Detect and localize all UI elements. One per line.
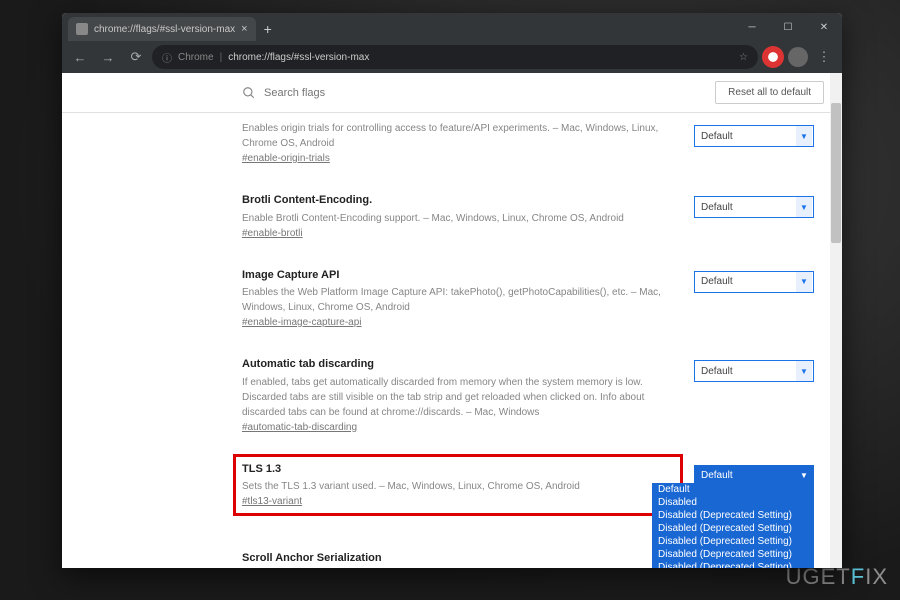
tab-favicon — [76, 23, 88, 35]
flag-anchor-link[interactable]: #automatic-tab-discarding — [242, 422, 357, 433]
search-box — [242, 86, 442, 100]
site-info-icon[interactable]: ⓘ — [162, 50, 172, 65]
flag-title: Automatic tab discarding — [242, 356, 674, 373]
flag-item-tls13: TLS 1.3 Sets the TLS 1.3 variant used. –… — [242, 451, 824, 541]
tab-bar: chrome://flags/#ssl-version-max × + ─ ☐ … — [62, 13, 842, 41]
window-controls: ─ ☐ ✕ — [734, 13, 842, 41]
flag-title: Scroll Anchor Serialization — [242, 550, 674, 567]
extension-icon[interactable] — [762, 46, 784, 68]
flag-title: Brotli Content-Encoding. — [242, 192, 674, 209]
toolbar: ← → ⟳ ⓘ Chrome | chrome://flags/#ssl-ver… — [62, 41, 842, 73]
flag-dropdown[interactable]: Default▼ — [694, 196, 814, 218]
flag-description: Enable Brotli Content-Encoding support. … — [242, 211, 674, 226]
dropdown-option[interactable]: Default — [652, 483, 814, 496]
flag-description: Enables origin trials for controlling ac… — [242, 121, 674, 151]
chevron-down-icon: ▼ — [796, 361, 812, 381]
profile-avatar[interactable] — [788, 47, 808, 67]
browser-tab[interactable]: chrome://flags/#ssl-version-max × — [68, 17, 256, 41]
dropdown-option[interactable]: Disabled (Deprecated Setting) — [652, 509, 814, 522]
page-content: Reset all to default Enables origin tria… — [62, 73, 842, 568]
flag-title: TLS 1.3 — [242, 461, 674, 478]
flag-dropdown[interactable]: Default▼ — [694, 271, 814, 293]
flag-item: Image Capture API Enables the Web Platfo… — [242, 257, 824, 347]
flag-item: Brotli Content-Encoding. Enable Brotli C… — [242, 182, 824, 257]
flag-dropdown[interactable]: Default▼ — [694, 125, 814, 147]
bookmark-icon[interactable]: ☆ — [739, 52, 748, 63]
menu-button[interactable]: ⋮ — [812, 45, 836, 69]
forward-button[interactable]: → — [96, 45, 120, 69]
chevron-down-icon: ▼ — [796, 126, 812, 146]
minimize-button[interactable]: ─ — [734, 13, 770, 41]
flag-anchor-link[interactable]: #enable-origin-trials — [242, 153, 330, 164]
close-window-button[interactable]: ✕ — [806, 13, 842, 41]
close-tab-icon[interactable]: × — [241, 23, 247, 35]
tls13-highlight: TLS 1.3 Sets the TLS 1.3 variant used. –… — [233, 454, 683, 517]
dropdown-option[interactable]: Disabled (Deprecated Setting) — [652, 522, 814, 535]
flag-anchor-link[interactable]: #enable-image-capture-api — [242, 317, 362, 328]
flag-anchor-link[interactable]: #tls13-variant — [242, 496, 302, 507]
flag-description: If enabled, tabs get automatically disca… — [242, 375, 674, 420]
dropdown-option[interactable]: Disabled — [652, 496, 814, 509]
chevron-down-icon: ▼ — [796, 272, 812, 292]
new-tab-button[interactable]: + — [256, 17, 280, 41]
address-bar[interactable]: ⓘ Chrome | chrome://flags/#ssl-version-m… — [152, 45, 758, 69]
reload-button[interactable]: ⟳ — [124, 45, 148, 69]
search-icon — [242, 86, 256, 100]
flag-anchor-link[interactable]: #enable-brotli — [242, 228, 303, 239]
flags-list[interactable]: Enables origin trials for controlling ac… — [62, 111, 842, 568]
reset-all-button[interactable]: Reset all to default — [715, 81, 824, 104]
url-path: chrome://flags/#ssl-version-max — [228, 52, 369, 63]
url-prefix: Chrome — [178, 52, 214, 63]
flag-dropdown[interactable]: Default▼ — [694, 360, 814, 382]
flags-topbar: Reset all to default — [62, 73, 842, 113]
browser-window: chrome://flags/#ssl-version-max × + ─ ☐ … — [62, 13, 842, 568]
dropdown-option[interactable]: Disabled (Deprecated Setting) — [652, 535, 814, 548]
flag-item: Automatic tab discarding If enabled, tab… — [242, 346, 824, 451]
dropdown-option[interactable]: Disabled (Deprecated Setting) — [652, 548, 814, 561]
scrollbar-track[interactable] — [830, 73, 842, 568]
flag-item: Enables origin trials for controlling ac… — [242, 111, 824, 182]
flag-description: Sets the TLS 1.3 variant used. – Mac, Wi… — [242, 479, 674, 494]
chevron-down-icon: ▼ — [796, 197, 812, 217]
dropdown-option[interactable]: Disabled (Deprecated Setting) — [652, 561, 814, 569]
flag-description: Enables the Web Platform Image Capture A… — [242, 285, 674, 315]
flag-title: Image Capture API — [242, 267, 674, 284]
dropdown-listbox[interactable]: DefaultDisabledDisabled (Deprecated Sett… — [652, 483, 814, 569]
search-input[interactable] — [264, 87, 404, 99]
scrollbar-thumb[interactable] — [831, 103, 841, 243]
maximize-button[interactable]: ☐ — [770, 13, 806, 41]
back-button[interactable]: ← — [68, 45, 92, 69]
tab-title: chrome://flags/#ssl-version-max — [94, 24, 235, 35]
